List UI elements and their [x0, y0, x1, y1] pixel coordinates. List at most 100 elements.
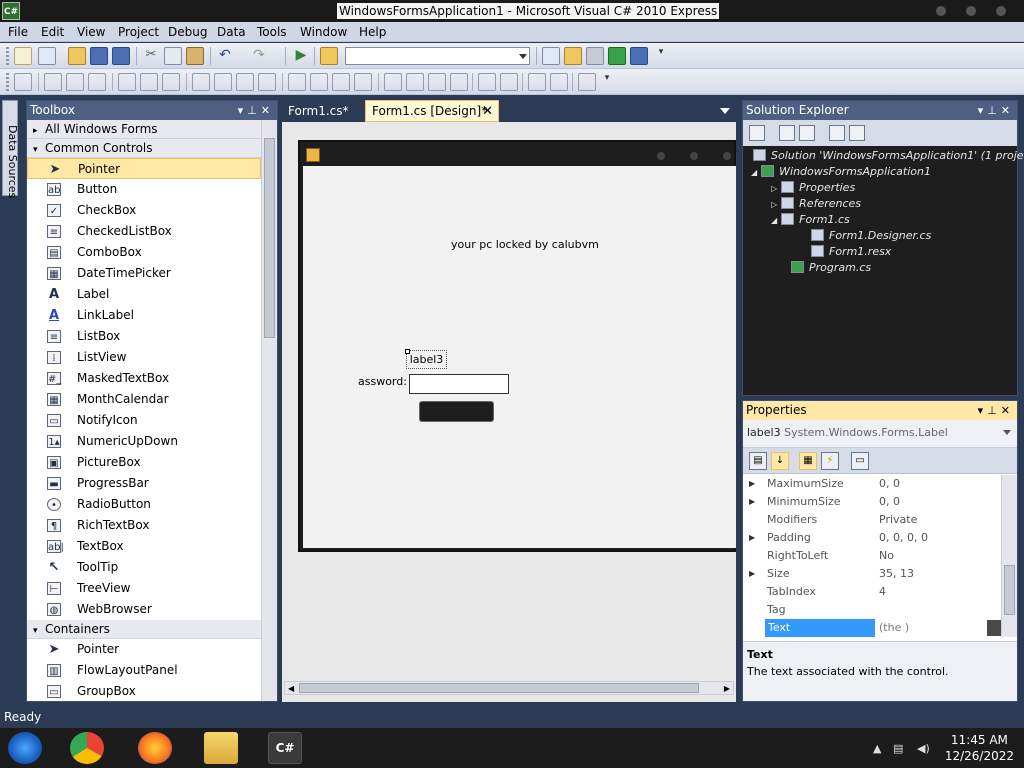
center-horizontally-icon[interactable] [478, 73, 496, 91]
toolbox-item-webbrowser[interactable]: ◍ WebBrowser [27, 599, 261, 620]
visual-csharp-icon[interactable]: C# [268, 732, 302, 764]
cut-icon[interactable]: ✂ [142, 47, 160, 65]
expand-icon[interactable]: ▶ [749, 493, 755, 511]
align-bottoms-icon[interactable] [162, 73, 180, 91]
toolbar-options-icon[interactable]: ▾ [598, 73, 616, 91]
toolbox-icon[interactable] [586, 47, 604, 65]
property-row[interactable]: Modifiers Private [743, 511, 1001, 529]
chrome-icon[interactable] [70, 732, 104, 764]
pin-icon[interactable]: ⊥ [987, 404, 1001, 417]
save-all-icon[interactable] [112, 47, 130, 65]
show-hidden-icons-icon[interactable]: ▲ [873, 742, 881, 755]
dropdown-icon[interactable]: ▾ [978, 104, 988, 117]
remove-horizontal-spacing-icon[interactable] [354, 73, 372, 91]
tree-node-references[interactable]: ▷ References [771, 197, 861, 210]
category-common-controls[interactable]: ▾ Common Controls [27, 139, 261, 158]
view-code-icon[interactable] [829, 125, 845, 141]
show-all-files-icon[interactable] [779, 125, 795, 141]
redo-icon[interactable]: ↷ [250, 47, 268, 65]
form-button[interactable] [419, 401, 494, 422]
minimize-button[interactable] [936, 6, 946, 16]
toolbox-item-monthcalendar[interactable]: ▦ MonthCalendar [27, 389, 261, 410]
menu-tools[interactable]: Tools [257, 24, 287, 40]
toolbox-item-listbox[interactable]: ≡ ListBox [27, 326, 261, 347]
make-same-width-icon[interactable] [192, 73, 210, 91]
copy-icon[interactable] [164, 47, 182, 65]
label3-control[interactable]: label3 [405, 349, 447, 369]
property-row[interactable]: ▶ MinimumSize 0, 0 [743, 493, 1001, 511]
close-icon[interactable]: ✕ [1001, 404, 1014, 417]
equal-horizontal-spacing-icon[interactable] [288, 73, 306, 91]
tree-node-properties[interactable]: ▷ Properties [771, 181, 855, 194]
send-to-back-icon[interactable] [550, 73, 568, 91]
collapse-icon[interactable]: ◢ [771, 216, 777, 225]
toolbox-item-linklabel[interactable]: A LinkLabel [27, 305, 261, 326]
tree-node-solution[interactable]: Solution 'WindowsFormsApplication1' (1 p… [753, 149, 1024, 162]
volume-icon[interactable]: ◀) [917, 742, 930, 755]
form-client-area[interactable] [303, 166, 736, 548]
maximize-button[interactable] [966, 6, 976, 16]
categorized-icon[interactable]: ▤ [749, 452, 767, 470]
dropdown-icon[interactable]: ▾ [238, 104, 248, 117]
expand-icon[interactable]: ▷ [771, 184, 777, 193]
scroll-right-icon[interactable]: ▶ [724, 684, 730, 693]
dropdown-editor-button[interactable] [987, 620, 1001, 636]
make-same-height-icon[interactable] [236, 73, 254, 91]
toolbox-item-checkbox[interactable]: ✓ CheckBox [27, 200, 261, 221]
csharp-icon[interactable]: C# [2, 2, 20, 20]
close-button[interactable] [996, 6, 1006, 16]
toolbox-item-progressbar[interactable]: ▬ ProgressBar [27, 473, 261, 494]
toolbox-item-listview[interactable]: ⁞ ListView [27, 347, 261, 368]
property-row[interactable]: ▶ Padding 0, 0, 0, 0 [743, 529, 1001, 547]
increase-vertical-spacing-icon[interactable] [406, 73, 424, 91]
text-property-editor[interactable]: (the ) [879, 619, 909, 637]
align-lefts-icon[interactable] [44, 73, 62, 91]
properties-window-icon[interactable] [564, 47, 582, 65]
scroll-thumb[interactable] [264, 138, 275, 338]
toolbox-item-textbox[interactable]: ab| TextBox [27, 536, 261, 557]
align-middles-icon[interactable] [140, 73, 158, 91]
network-icon[interactable]: ▤ [893, 742, 903, 755]
properties-view-icon[interactable]: ▦ [799, 452, 817, 470]
tree-node-form1-designer[interactable]: Form1.Designer.cs [811, 229, 931, 242]
expand-icon[interactable]: ▶ [749, 475, 755, 493]
chevron-down-icon[interactable] [1003, 430, 1011, 435]
property-row[interactable]: RightToLeft No [743, 547, 1001, 565]
toolbox-item-richtextbox[interactable]: ¶ RichTextBox [27, 515, 261, 536]
toolbox-item-notifyicon[interactable]: ▭ NotifyIcon [27, 410, 261, 431]
menu-edit[interactable]: Edit [41, 24, 64, 40]
toolbox-item-groupbox[interactable]: ▭ GroupBox [27, 681, 261, 701]
menu-file[interactable]: File [8, 24, 28, 40]
pin-icon[interactable]: ⊥ [247, 104, 261, 117]
remove-vertical-spacing-icon[interactable] [450, 73, 468, 91]
expand-icon[interactable]: ▶ [749, 565, 755, 583]
tab-order-icon[interactable] [578, 73, 596, 91]
property-row[interactable]: TabIndex 4 [743, 583, 1001, 601]
menu-debug[interactable]: Debug [168, 24, 207, 40]
menu-project[interactable]: Project [118, 24, 159, 40]
align-to-grid-icon[interactable] [14, 73, 32, 91]
system-clock[interactable]: 11:45 AM 12/26/2022 [945, 732, 1014, 764]
view-designer-icon[interactable] [849, 125, 865, 141]
toolbox-item-treeview[interactable]: ⊢ TreeView [27, 578, 261, 599]
extension-manager-icon[interactable] [630, 47, 648, 65]
tree-node-form1[interactable]: ◢ Form1.cs [771, 213, 850, 226]
password-textbox[interactable] [409, 374, 509, 394]
expand-icon[interactable]: ▶ [749, 529, 755, 547]
pin-icon[interactable]: ⊥ [987, 104, 1001, 117]
collapse-icon[interactable]: ▾ [33, 141, 45, 159]
align-rights-icon[interactable] [88, 73, 106, 91]
menu-help[interactable]: Help [359, 24, 386, 40]
designer-horizontal-scrollbar[interactable]: ◀ ▶ [284, 681, 734, 695]
menu-window[interactable]: Window [300, 24, 347, 40]
bring-to-front-icon[interactable] [528, 73, 546, 91]
windows-start-icon[interactable] [8, 732, 42, 764]
tab-form1-code[interactable]: Form1.cs* [282, 101, 362, 121]
object-selector[interactable]: label3 System.Windows.Forms.Label [743, 420, 1017, 448]
decrease-horizontal-spacing-icon[interactable] [332, 73, 350, 91]
paste-icon[interactable] [186, 47, 204, 65]
toolbox-item-tooltip[interactable]: ↖ ToolTip [27, 557, 261, 578]
toolbox-item-datetimepicker[interactable]: ▦ DateTimePicker [27, 263, 261, 284]
collapse-icon[interactable]: ▾ [33, 622, 45, 640]
lock-message-label[interactable]: your pc locked by calubvm [451, 238, 599, 251]
